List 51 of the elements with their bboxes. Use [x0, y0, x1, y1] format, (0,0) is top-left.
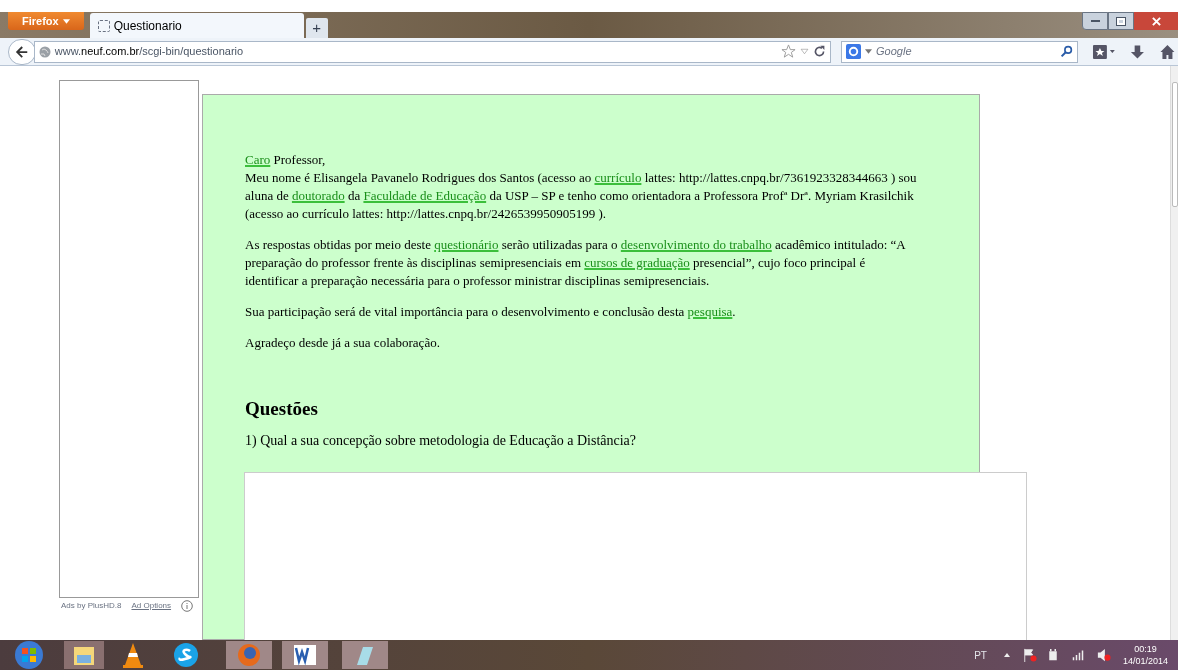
up-arrow-icon[interactable] [1002, 651, 1011, 659]
search-input[interactable]: Google [876, 43, 1057, 60]
flag-icon[interactable] [1022, 648, 1037, 662]
minimize-button[interactable] [1082, 12, 1108, 30]
clock-date[interactable]: 14/01/2014 [1122, 655, 1168, 667]
paragraph: Sua participação será de vital importância para o desenvolvimento e conclusão desta pesquisa. [245, 303, 737, 321]
search-field[interactable]: Google [841, 40, 1079, 63]
link[interactable]: questionário [434, 237, 499, 252]
home-icon[interactable] [1159, 43, 1176, 60]
ads-by-text: Ads by PlusHD.8 [61, 600, 122, 612]
paragraph: As respostas obtidas por meio deste questionário serão utilizadas para o desenvolvimento do trabalho acadêmico intitulado: “A preparação do professor frente às disciplinas semipresenciais em cursos de graduação presencial”, cujo foco principal é identificar a preparação necessária para o professor ministrar disciplinas semipresenciais. [245, 236, 907, 290]
power-plug-icon[interactable] [1046, 648, 1059, 662]
link[interactable]: desenvolvimento do trabalho [620, 237, 772, 252]
language-indicator[interactable]: PT [974, 647, 987, 663]
traffic-cone-icon[interactable] [120, 641, 146, 669]
caret-icon[interactable] [865, 49, 873, 54]
restore-button[interactable] [1108, 12, 1134, 30]
new-tab-button[interactable]: + [305, 18, 328, 38]
link[interactable]: currículo [594, 170, 642, 185]
paragraph: Caro Professor, [245, 151, 327, 169]
search-icon[interactable] [1060, 45, 1074, 58]
signal-icon[interactable] [1070, 649, 1085, 661]
reload-icon[interactable] [813, 45, 827, 58]
bookmarks-icon[interactable] [1092, 43, 1117, 60]
speaker-icon[interactable] [1096, 648, 1111, 662]
clock-time[interactable]: 00:19 [1134, 643, 1157, 655]
link[interactable]: doutorado [291, 188, 345, 203]
star-icon[interactable] [781, 44, 797, 59]
url-text: www.neuf.com.br/scgi-bin/questionario [54, 44, 244, 60]
paragraph: Agradeço desde já a sua colaboração. [245, 334, 441, 352]
back-arrow-icon [14, 44, 29, 59]
address-bar[interactable]: www.neuf.com.br/scgi-bin/questionario [33, 40, 832, 63]
close-icon [1151, 16, 1161, 26]
globe-icon [38, 45, 51, 58]
link[interactable]: Faculdade de Educação [363, 188, 487, 203]
scrollbar[interactable] [1170, 66, 1178, 640]
browser-tab[interactable]: Questionario [89, 13, 304, 38]
page-icon [97, 19, 110, 32]
firefox-menu-button[interactable]: Firefox [8, 12, 84, 30]
link[interactable]: Caro [245, 152, 271, 167]
back-button[interactable] [8, 38, 36, 65]
paragraph: Meu nome é Elisangela Pavanelo Rodrigues dos Santos (acesso ao currículo lattes: http://lattes.cnpq.br/7361923328344663 ) sou aluna de doutorado da Faculdade de Educação da USP – SP e tenho como orientadora a Professora Profª Drª. Myriam Krasilchik (acesso ao currículo lattes: http://lattes.cnpq.br/2426539950905199 ). [245, 169, 917, 223]
download-icon[interactable] [1130, 43, 1146, 60]
folder-icon[interactable] [64, 641, 104, 669]
info-icon[interactable] [181, 600, 194, 612]
caret-icon [62, 18, 70, 24]
question-text: 1) Qual a sua concepção sobre metodologia de Educação a Distância? [245, 432, 638, 450]
close-button[interactable] [1134, 12, 1178, 30]
ad-options-link[interactable]: Ad Options [131, 600, 172, 612]
link[interactable]: cursos de graduação [584, 255, 690, 270]
section-heading: Questões [245, 400, 319, 418]
